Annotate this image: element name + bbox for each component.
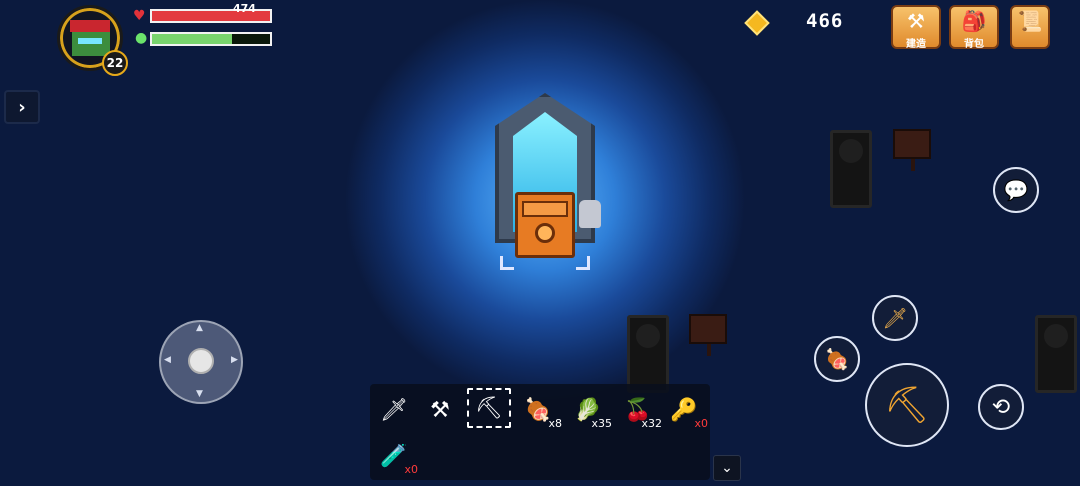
health-value: 474 (233, 2, 256, 15)
dodge-roll-icon: ⟲ (991, 394, 1011, 420)
chevron-right-icon: › (18, 96, 26, 118)
hotbar-slot[interactable]: 🗡 (372, 390, 416, 430)
hotbar-slot-selected[interactable]: ⛏ (467, 388, 511, 428)
treasure-chest[interactable] (515, 192, 575, 258)
dodge-button[interactable]: ⟲ (978, 384, 1024, 430)
chat-bubble-icon: 💬 (1003, 178, 1029, 202)
weapon-skill-button[interactable]: 🗡 (872, 295, 918, 341)
joystick-knob[interactable] (188, 348, 214, 374)
backpack-button-label: 背包 (964, 39, 984, 50)
hotbar-expand-button[interactable]: ⌄ (713, 455, 741, 481)
stone-pillar (627, 315, 669, 393)
scroll-button[interactable]: 📜 (1010, 5, 1050, 49)
stamina-bar-fill (152, 34, 233, 44)
arrow-left-icon: ◀ (164, 355, 171, 365)
wooden-sign[interactable] (689, 314, 727, 356)
golden-sword-icon: 🗡 (882, 306, 908, 330)
stamina-bar (150, 32, 272, 46)
build-button-label: 建造 (906, 39, 926, 50)
pickaxe-icon: ⛏ (475, 395, 503, 421)
shovel-icon: ⚒ (430, 397, 450, 423)
droplet-icon: ● (135, 30, 148, 46)
slot-count: x0 (694, 417, 708, 430)
selection-bracket-right (576, 256, 590, 270)
hotbar-slot[interactable]: 🍒 x32 (616, 390, 662, 431)
level-badge: 22 (102, 50, 128, 76)
chat-button[interactable]: 💬 (993, 167, 1039, 213)
stone-pillar (1035, 315, 1077, 393)
player-character (579, 200, 601, 228)
hotbar-slot[interactable]: 🥬 x35 (566, 390, 612, 431)
arrow-down-icon: ▼ (196, 389, 203, 399)
hotbar-slot[interactable]: 🔑 x0 (662, 390, 708, 431)
arrow-right-icon: ▶ (231, 355, 238, 365)
slot-count: x35 (591, 417, 612, 430)
selection-bracket-left (500, 256, 514, 270)
slot-count: x0 (404, 463, 418, 476)
wooden-sign[interactable] (893, 129, 931, 171)
slot-count: x8 (548, 417, 562, 430)
chest-lid (522, 201, 568, 217)
anvil-icon: ⚒ (907, 9, 925, 33)
chest-lock-icon (535, 223, 555, 243)
arrow-up-icon: ▲ (196, 323, 203, 333)
backpack-icon: 🎒 (961, 9, 987, 33)
slot-count: x32 (641, 417, 662, 430)
hotbar-slot[interactable]: 🧪 x0 (372, 436, 418, 477)
build-button[interactable]: ⚒ 建造 (891, 5, 941, 50)
eat-food-button[interactable]: 🍖 (814, 336, 860, 382)
gem-count: 466 (806, 10, 844, 32)
golden-sword-icon: 🗡 (380, 397, 408, 423)
side-panel-expand-button[interactable]: › (4, 90, 40, 124)
hotbar: 🗡 ⚒ ⛏ 🍖 x8 🥬 x35 🍒 x32 🔑 x0 🧪 x0 (370, 384, 710, 480)
stone-pillar (830, 130, 872, 208)
scroll-icon: 📜 (1017, 9, 1043, 33)
pickaxe-icon: ⛏ (884, 385, 930, 426)
backpack-button[interactable]: 🎒 背包 (949, 5, 999, 50)
heart-icon: ♥ (133, 8, 146, 24)
hotbar-slot[interactable]: 🍖 x8 (516, 390, 562, 431)
attack-button[interactable]: ⛏ (865, 363, 949, 447)
hotbar-slot[interactable]: ⚒ (418, 390, 462, 430)
chevron-down-icon: ⌄ (721, 460, 733, 476)
meat-icon: 🍖 (824, 347, 850, 371)
